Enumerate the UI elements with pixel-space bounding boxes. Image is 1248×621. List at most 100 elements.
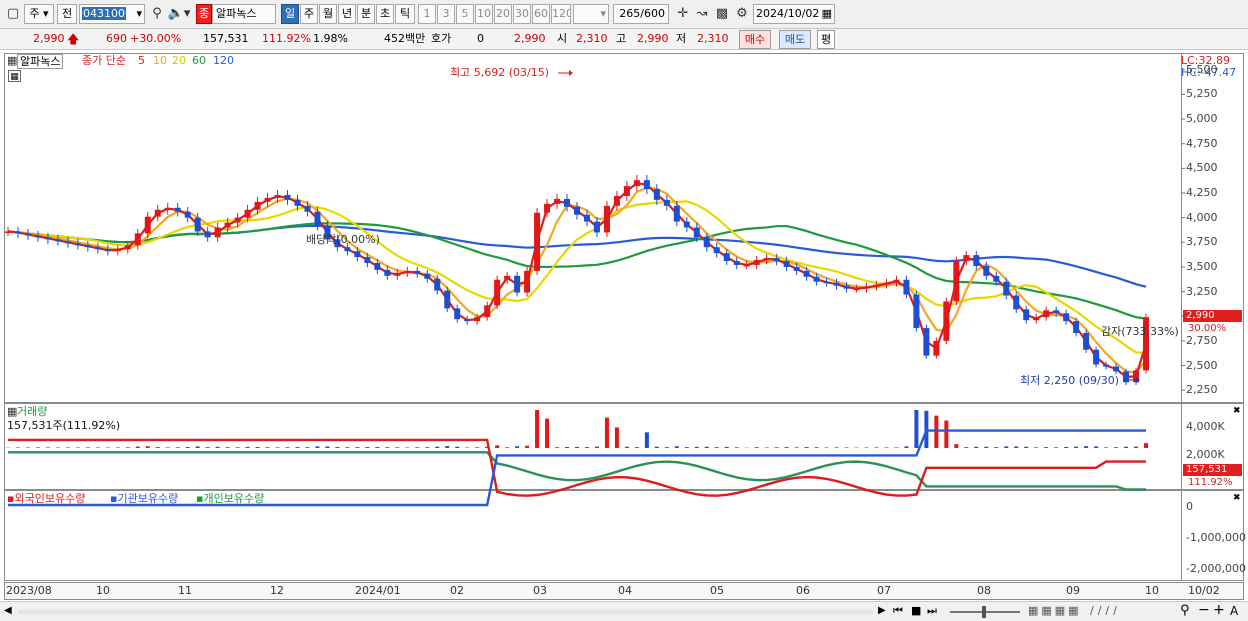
candle-body <box>603 205 610 233</box>
volume-bar <box>894 447 899 448</box>
candle-body <box>993 275 1000 282</box>
volume-bar <box>754 447 759 448</box>
volume-bar <box>984 446 989 448</box>
candle-body <box>583 214 590 222</box>
candle-body <box>723 253 730 262</box>
candle-body <box>364 257 371 263</box>
volume-menu-icon[interactable]: ▦ <box>7 405 17 418</box>
holdings-legend-individual-label: 개인보유수량 <box>203 492 265 505</box>
volume-bar <box>455 446 460 448</box>
x-tick-2023-08: 2023/08 <box>6 584 52 597</box>
panel-menu-icon[interactable]: ▦ <box>7 54 17 67</box>
candle-body <box>344 247 351 252</box>
scroll-right-icon[interactable]: ▶ <box>878 605 886 616</box>
candle-body <box>1123 371 1130 383</box>
candle-body <box>314 211 321 226</box>
candle-body <box>374 262 381 270</box>
volume-bar <box>305 447 310 448</box>
volume-bar <box>565 447 570 448</box>
volume-bar <box>1034 447 1039 448</box>
candle-body <box>643 180 650 190</box>
auto-scale-icon[interactable]: A <box>1230 604 1238 618</box>
scroll-left-icon[interactable]: ◀ <box>4 605 12 616</box>
x-tick-09: 09 <box>1066 584 1080 597</box>
volume-bar <box>874 447 879 448</box>
price-ytick: 3,750 <box>1186 235 1218 249</box>
candle-body <box>204 231 211 238</box>
candle-body <box>14 231 21 234</box>
x-tick-05: 05 <box>710 584 724 597</box>
volume-bar <box>235 447 240 448</box>
candle-body <box>194 217 201 232</box>
volume-bar <box>644 432 649 448</box>
volume-bar <box>405 447 410 448</box>
high-arrow-head <box>569 70 573 76</box>
zoom-icon[interactable]: ⚲ <box>1180 603 1190 618</box>
candle-body <box>574 206 580 215</box>
volume-bar <box>844 447 849 448</box>
ma-legend-5: 5 <box>138 54 145 67</box>
ma-legend-20: 20 <box>172 54 186 67</box>
candle-body <box>713 247 720 254</box>
volume-bar <box>704 446 709 448</box>
volume-bar <box>285 447 290 448</box>
draw-tools-icon[interactable]: ∕∕∕∕ <box>1090 604 1121 617</box>
plus-icon[interactable]: + <box>1213 602 1225 618</box>
candle-body <box>174 207 181 212</box>
candle-body <box>833 282 840 286</box>
candle-body <box>544 203 551 213</box>
volume-bar <box>904 446 909 448</box>
volume-bar <box>814 447 819 448</box>
volume-bar <box>425 447 430 448</box>
volume-bar <box>974 446 979 448</box>
candle-body <box>653 189 660 200</box>
candle-body <box>1103 364 1110 367</box>
candle-body <box>1083 332 1090 350</box>
volume-bar <box>205 447 210 448</box>
candle-body <box>554 198 561 204</box>
holdings-close-icon[interactable]: ✖ <box>1233 492 1241 505</box>
candle-body <box>1113 366 1120 372</box>
volume-bar <box>515 446 520 448</box>
x-tick-11: 11 <box>178 584 192 597</box>
volume-bar <box>195 446 200 448</box>
x-tick-07: 07 <box>877 584 891 597</box>
candle-body <box>1093 349 1100 365</box>
holdings-legend-foreign-label: 외국인보유수량 <box>14 492 86 505</box>
volume-bar <box>964 447 969 448</box>
volume-bar <box>355 447 360 448</box>
volume-bar <box>115 447 120 448</box>
candle-body <box>224 222 231 228</box>
stock-tab[interactable]: 알파녹스 <box>17 54 64 69</box>
candle-body <box>803 270 810 277</box>
price-ytick: 4,500 <box>1186 161 1218 175</box>
price-ytick: 3,250 <box>1186 284 1218 298</box>
volume-close-icon[interactable]: ✖ <box>1233 405 1241 418</box>
scroll-track[interactable] <box>18 610 873 614</box>
volume-bar <box>535 410 540 448</box>
candle-body <box>933 340 940 356</box>
price-ytick: 5,000 <box>1186 112 1218 126</box>
first-page-icon[interactable]: ⏮ <box>893 604 903 618</box>
volume-bar <box>674 446 679 448</box>
volume-bar <box>265 447 270 448</box>
zoom-slider-handle[interactable] <box>982 606 986 618</box>
volume-bar <box>555 447 560 448</box>
calculator-icon[interactable]: ▦ <box>8 70 21 82</box>
volume-bar <box>415 447 420 448</box>
x-tick-2024-01: 2024/01 <box>355 584 401 597</box>
volume-bar <box>435 446 440 448</box>
candle-body <box>743 264 750 267</box>
bottom-bar: ◀ ▶ ⏮ ■ ⏭ ▦▦▦▦ ∕∕∕∕ ⚲ − + A <box>0 601 1248 621</box>
stop-icon[interactable]: ■ <box>911 604 921 617</box>
volume-bar <box>545 418 550 448</box>
volume-bar <box>65 447 70 448</box>
candle-body <box>1053 310 1060 314</box>
minus-icon[interactable]: − <box>1198 602 1210 618</box>
volume-bar <box>15 447 20 448</box>
volume-bar <box>475 447 480 448</box>
last-page-icon[interactable]: ⏭ <box>927 604 937 618</box>
candle-body <box>214 227 221 238</box>
candle-body <box>873 284 880 287</box>
view-options-icon[interactable]: ▦▦▦▦ <box>1028 604 1082 617</box>
